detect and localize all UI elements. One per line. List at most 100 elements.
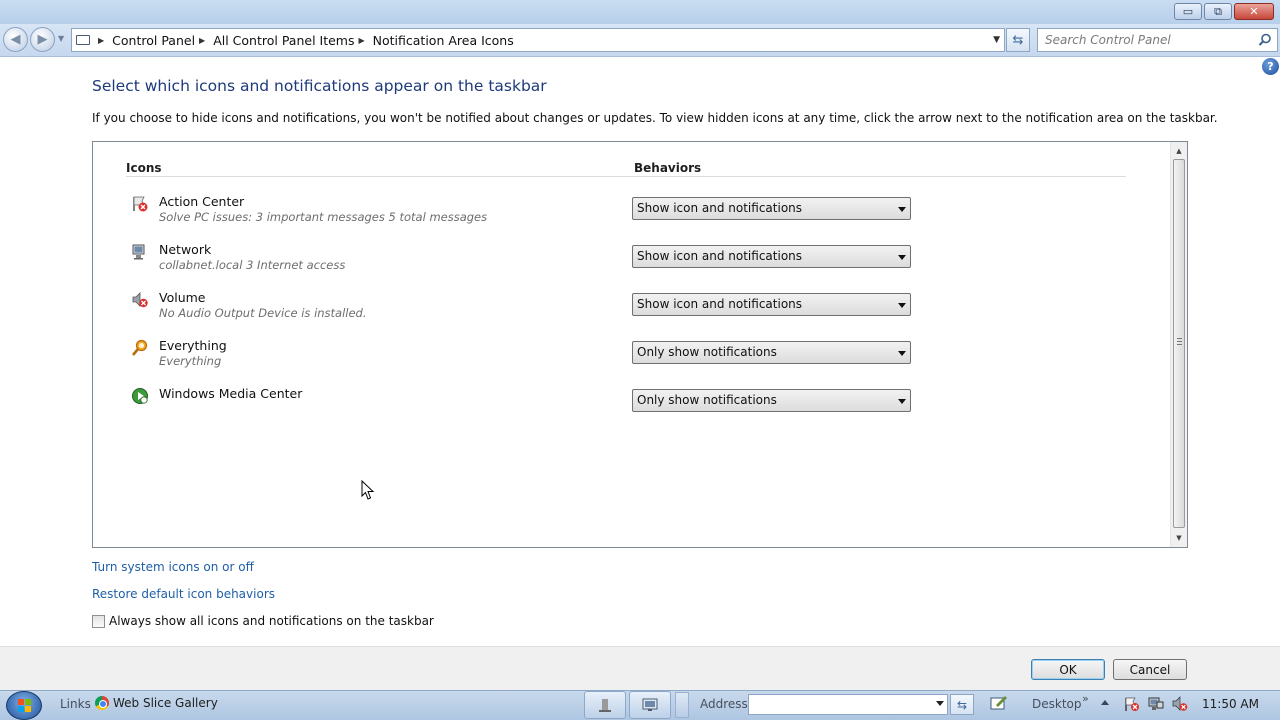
chevron-right-icon[interactable]: ▶ bbox=[98, 36, 104, 45]
scrollbar-thumb[interactable] bbox=[1173, 159, 1185, 528]
refresh-button[interactable]: ⇆ bbox=[1006, 28, 1030, 52]
always-show-checkbox[interactable] bbox=[92, 614, 105, 628]
page-description: If you choose to hide icons and notifica… bbox=[92, 111, 1218, 125]
go-arrows-icon: ⇆ bbox=[956, 697, 968, 712]
chevron-down-icon[interactable] bbox=[936, 701, 944, 706]
chevron-down-icon bbox=[898, 351, 906, 356]
network-icon[interactable] bbox=[1148, 696, 1164, 712]
chevron-down-icon bbox=[898, 207, 906, 212]
taskbar-button-explorer[interactable] bbox=[584, 691, 626, 719]
chevron-right-double-icon[interactable]: » bbox=[1082, 692, 1089, 705]
chevron-down-icon bbox=[898, 255, 906, 260]
page-title: Select which icons and notifications app… bbox=[92, 77, 547, 95]
taskbar-links-toolbar[interactable]: Links bbox=[60, 697, 91, 711]
help-icon[interactable]: ? bbox=[1262, 58, 1279, 75]
back-button[interactable]: ◀ bbox=[3, 27, 28, 52]
volume-muted-icon bbox=[132, 292, 148, 308]
scroll-down-button[interactable]: ▼ bbox=[1171, 531, 1187, 545]
address-dropdown-icon[interactable]: ▼ bbox=[993, 35, 1000, 45]
browser-icon bbox=[95, 696, 109, 710]
web-slice-gallery-link[interactable]: Web Slice Gallery bbox=[95, 696, 218, 710]
start-button[interactable] bbox=[6, 691, 42, 720]
web-slice-label: Web Slice Gallery bbox=[113, 696, 218, 710]
item-name: Network bbox=[159, 242, 212, 257]
cancel-button[interactable]: Cancel bbox=[1113, 659, 1187, 680]
item-name: Windows Media Center bbox=[159, 386, 303, 401]
network-icon bbox=[132, 244, 145, 260]
close-button[interactable]: ✕ bbox=[1234, 3, 1274, 20]
chevron-down-icon bbox=[898, 399, 906, 404]
item-name: Everything bbox=[159, 338, 227, 353]
list-item: Action Center Solve PC issues: 3 importa… bbox=[131, 193, 921, 233]
recent-pages-dropdown[interactable]: ▼ bbox=[58, 34, 64, 43]
chevron-right-icon[interactable]: ▶ bbox=[359, 36, 365, 45]
behavior-dropdown[interactable]: Show icon and notifications bbox=[632, 245, 911, 268]
restore-defaults-link[interactable]: Restore default icon behaviors bbox=[92, 587, 275, 601]
behavior-value: Show icon and notifications bbox=[637, 249, 803, 263]
window-titlebar: ▭ ⧉ ✕ bbox=[0, 0, 1280, 24]
windows-logo-icon bbox=[18, 699, 31, 712]
folder-icon bbox=[599, 699, 611, 712]
taskbar-clock[interactable]: 11:50 AM bbox=[1202, 697, 1259, 711]
minimize-button[interactable]: ▭ bbox=[1174, 3, 1202, 20]
always-show-label[interactable]: Always show all icons and notifications … bbox=[109, 614, 434, 628]
show-hidden-icons-arrow[interactable] bbox=[1101, 700, 1109, 705]
item-description: collabnet.local 3 Internet access bbox=[159, 258, 346, 272]
behavior-dropdown[interactable]: Only show notifications bbox=[632, 341, 911, 364]
behavior-value: Only show notifications bbox=[637, 345, 777, 359]
behavior-dropdown[interactable]: Show icon and notifications bbox=[632, 197, 911, 220]
breadcrumb-control-panel[interactable]: Control Panel bbox=[112, 33, 195, 48]
list-item: Everything Everything Only show notifica… bbox=[131, 337, 921, 377]
breadcrumb-all-items[interactable]: All Control Panel Items bbox=[213, 33, 354, 48]
always-show-option[interactable]: Always show all icons and notifications … bbox=[92, 614, 434, 628]
header-divider bbox=[126, 176, 1126, 177]
taskbar-address-input[interactable] bbox=[748, 694, 948, 715]
icons-list-panel: Icons Behaviors Action Center Solve PC i… bbox=[92, 141, 1188, 548]
item-description: Solve PC issues: 3 important messages 5 … bbox=[159, 210, 488, 224]
behavior-dropdown[interactable]: Show icon and notifications bbox=[632, 293, 911, 316]
navigation-bar: ◀ ▶ ▼ ▶ Control Panel ▶ All Control Pane… bbox=[0, 24, 1280, 57]
behavior-value: Only show notifications bbox=[637, 393, 777, 407]
control-panel-icon bbox=[642, 698, 658, 711]
taskbar-address-label: Address bbox=[700, 697, 748, 711]
tablet-input-icon[interactable] bbox=[990, 695, 1008, 711]
taskbar-button-control-panel[interactable] bbox=[629, 691, 671, 719]
column-header-icons: Icons bbox=[126, 161, 162, 175]
media-center-icon bbox=[132, 388, 148, 404]
search-icon[interactable] bbox=[1258, 33, 1272, 47]
vertical-scrollbar[interactable]: ▲ ▼ bbox=[1170, 142, 1187, 547]
scroll-up-button[interactable]: ▲ bbox=[1171, 144, 1187, 158]
action-center-flag-icon bbox=[133, 196, 148, 212]
list-item: Volume No Audio Output Device is install… bbox=[131, 289, 921, 329]
item-description: Everything bbox=[159, 354, 222, 368]
item-name: Volume bbox=[159, 290, 206, 305]
behavior-value: Show icon and notifications bbox=[637, 201, 803, 215]
volume-muted-icon[interactable] bbox=[1172, 696, 1188, 712]
behavior-value: Show icon and notifications bbox=[637, 297, 803, 311]
address-bar[interactable]: ▶ Control Panel ▶ All Control Panel Item… bbox=[71, 28, 1005, 52]
chevron-down-icon bbox=[898, 303, 906, 308]
maximize-button[interactable]: ⧉ bbox=[1204, 3, 1232, 20]
chevron-right-icon[interactable]: ▶ bbox=[199, 36, 205, 45]
breadcrumb-notification-area-icons[interactable]: Notification Area Icons bbox=[373, 33, 514, 48]
behavior-dropdown[interactable]: Only show notifications bbox=[632, 389, 911, 412]
taskbar-scroll[interactable] bbox=[675, 692, 689, 718]
ok-button[interactable]: OK bbox=[1031, 659, 1105, 680]
taskbar-desktop-toolbar[interactable]: Desktop bbox=[1032, 697, 1082, 711]
item-name: Action Center bbox=[159, 194, 245, 209]
forward-button[interactable]: ▶ bbox=[30, 27, 55, 52]
grip-icon bbox=[1177, 338, 1182, 345]
everything-search-icon bbox=[132, 339, 148, 356]
list-item: Network collabnet.local 3 Internet acces… bbox=[131, 241, 921, 281]
action-center-flag-icon[interactable] bbox=[1124, 696, 1140, 712]
search-input[interactable] bbox=[1045, 33, 1245, 47]
column-header-behaviors: Behaviors bbox=[634, 161, 702, 175]
item-description: No Audio Output Device is installed. bbox=[159, 306, 367, 320]
refresh-icon: ⇆ bbox=[1012, 32, 1024, 48]
turn-system-icons-link[interactable]: Turn system icons on or off bbox=[92, 560, 254, 574]
search-box[interactable] bbox=[1037, 28, 1278, 52]
back-arrow-icon: ◀ bbox=[10, 32, 21, 47]
computer-icon bbox=[72, 29, 94, 51]
forward-arrow-icon: ▶ bbox=[37, 32, 48, 47]
taskbar-address-go-button[interactable]: ⇆ bbox=[950, 694, 974, 715]
